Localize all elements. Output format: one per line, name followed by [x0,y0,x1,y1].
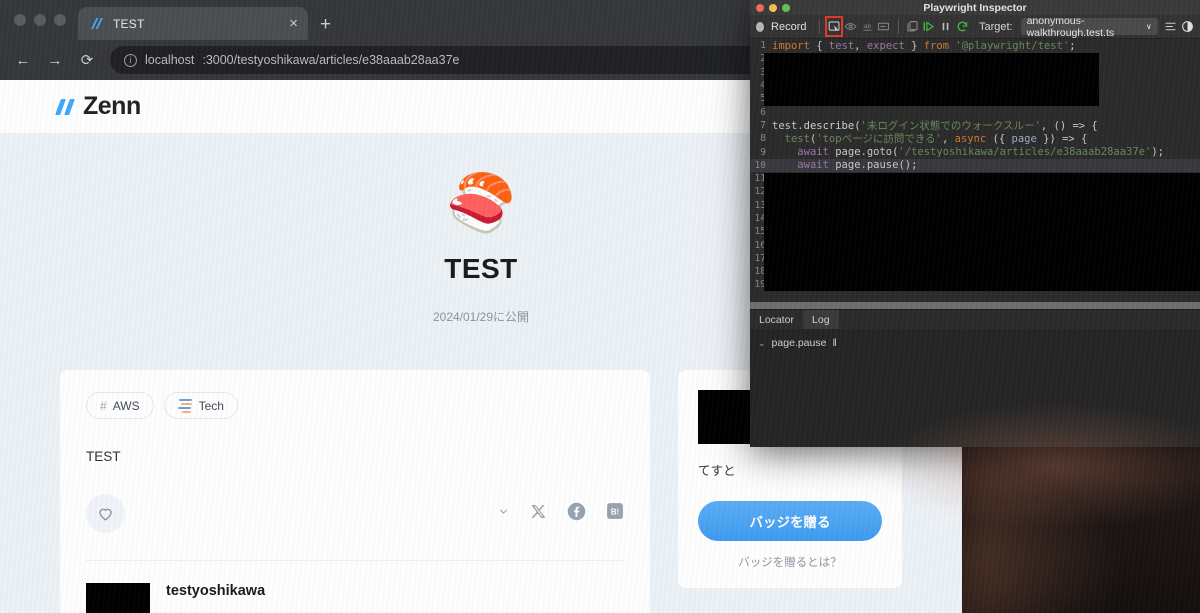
log-entry[interactable]: ⌄ page.pause ‖ [750,335,1200,351]
article-author-row[interactable]: testyoshikawa てすと [86,560,624,613]
close-window-button[interactable] [14,14,26,26]
chevron-down-icon: ∨ [1145,22,1152,31]
share-hatena-icon[interactable]: B! [606,502,624,525]
log-entry-status-icon: ‖ [832,337,837,349]
toolbar-separator [819,19,821,34]
hash-icon: # [100,398,107,413]
browser-tab[interactable]: TEST × [78,7,308,40]
eye-icon[interactable] [844,18,858,35]
line-number: 10 [754,159,766,171]
tag-aws[interactable]: # AWS [86,392,154,419]
code-line: 1 import { test, expect } from '@playwri… [750,39,1200,52]
horizontal-scrollbar[interactable] [750,302,1200,309]
close-tab-button[interactable]: × [289,16,298,31]
tech-topic-icon [177,399,193,413]
minimize-window-button[interactable] [34,14,46,26]
record-button-label[interactable]: Record [771,21,806,33]
address-bar-host: localhost [145,53,195,67]
code-text: await page.goto('/testyoshikawa/articles… [797,146,1164,159]
svg-text:ab: ab [864,23,872,30]
target-file-select[interactable]: anonymous-walkthrough.test.ts ∨ [1020,15,1158,39]
code-line-current: 10 await page.pause(); [750,158,1200,172]
forward-button[interactable]: → [42,47,68,73]
article-main-card: # AWS Tech TEST B! testyoshikawa [60,370,650,613]
sidebar-author-bio: てすと [698,464,736,478]
like-button[interactable] [86,494,125,533]
share-x-icon[interactable] [530,503,547,525]
article-body: TEST [86,449,121,464]
tab-locator[interactable]: Locator [750,310,803,329]
inspector-title-bar: Playwright Inspector [750,0,1200,15]
send-badge-button[interactable]: バッジを贈る [698,501,882,541]
line-number: 1 [760,40,766,52]
badge-help-link[interactable]: バッジを贈るとは？ [698,554,882,570]
inspector-code-editor[interactable]: 1 import { test, expect } from '@playwri… [750,39,1200,309]
inspector-tab-bar: Locator Log [750,309,1200,329]
playwright-inspector-window: Playwright Inspector Record ab Target: a… [750,0,1200,447]
reload-button[interactable]: ⟳ [74,47,100,73]
desktop-background: TEST × + ← → ⟳ i localhost :3000/testyosh… [0,0,1200,613]
assert-value-icon[interactable] [877,18,891,35]
share-buttons: B! [497,502,624,526]
author-avatar [86,583,150,613]
code-line: 6 [750,105,1200,118]
new-tab-button[interactable]: + [320,15,331,34]
copy-icon[interactable] [906,18,920,35]
pause-icon[interactable] [939,18,953,35]
code-line: 7 test.describe('未ログイン状態でのウォークスルー', () =… [750,119,1200,132]
code-line: 9 await page.goto('/testyoshikawa/articl… [750,145,1200,158]
line-number: 7 [760,119,766,131]
tag-tech[interactable]: Tech [163,392,238,419]
line-number: 6 [760,106,766,118]
article-tags: # AWS Tech [86,392,624,419]
inspector-window-title: Playwright Inspector [923,1,1027,14]
site-info-icon[interactable]: i [124,53,137,67]
inspector-toolbar: Record ab Target: anonymous-walkthrough.… [750,15,1200,39]
line-number: 8 [760,133,766,145]
record-dot-icon[interactable] [756,21,765,32]
pick-locator-icon[interactable] [825,16,843,37]
code-line: 8 test('topページに訪問できる', async ({ page }) … [750,132,1200,145]
list-icon[interactable] [1164,18,1178,35]
target-file-value: anonymous-walkthrough.test.ts [1026,14,1115,39]
author-name: testyoshikawa [166,583,266,599]
zenn-slash-icon [55,97,78,117]
zenn-logo[interactable]: Zenn [55,92,141,121]
redaction-block-lower [764,173,1200,291]
chevron-down-icon[interactable]: ⌄ [758,338,766,349]
assert-text-icon[interactable]: ab [861,18,875,35]
svg-text:B!: B! [611,507,619,516]
target-label: Target: [978,20,1013,33]
tab-log[interactable]: Log [803,310,839,329]
chevron-down-icon[interactable] [497,505,510,523]
toolbar-separator-2 [897,19,899,34]
code-text: test('topページに訪問できる', async ({ page }) =>… [784,133,1088,146]
window-traffic-lights[interactable] [8,0,78,40]
back-button[interactable]: ← [10,47,36,73]
code-text: await page.pause(); [797,159,918,172]
tag-aws-label: AWS [112,398,140,413]
article-action-bar: B! [86,494,624,533]
address-bar-path: :3000/testyoshikawa/articles/e38aaab28aa… [202,53,460,67]
code-text: import { test, expect } from '@playwrigh… [772,39,1076,52]
share-facebook-icon[interactable] [567,502,586,526]
browser-tab-title: TEST [113,16,145,31]
line-number: 9 [760,146,766,158]
log-entry-text: page.pause [771,337,827,349]
contrast-icon[interactable] [1180,18,1194,35]
maximize-window-button[interactable] [54,14,66,26]
zenn-favicon-icon [88,16,104,32]
tag-tech-label: Tech [198,398,224,413]
inspector-log-panel: ⌄ page.pause ‖ [750,329,1200,447]
redaction-block-upper [764,53,1099,106]
step-over-icon[interactable] [955,18,969,35]
zenn-logo-text: Zenn [83,92,141,120]
resume-icon[interactable] [922,18,936,35]
